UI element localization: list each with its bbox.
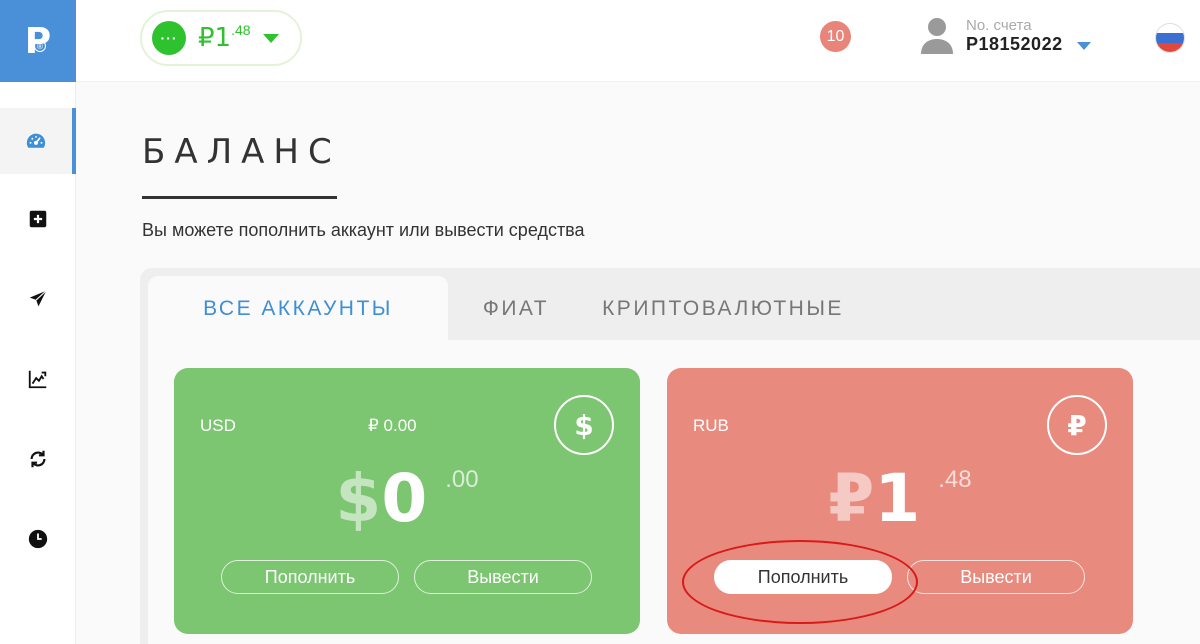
card-balance-decimals: .00	[445, 466, 479, 493]
tab-fiat[interactable]: ФИАТ	[468, 276, 564, 342]
balance-dropdown[interactable]: ··· ₽1 .48	[140, 10, 302, 66]
card-balance-decimals: .48	[938, 466, 972, 493]
header-balance-amount: ₽1	[198, 23, 231, 53]
card-balance: $0 .00	[174, 460, 640, 537]
more-dots-icon: ···	[152, 21, 186, 55]
header-balance-cents: .48	[231, 22, 251, 38]
card-currency: USD	[200, 416, 236, 435]
sidebar-item-statistics[interactable]	[0, 346, 76, 412]
sidebar-item-history[interactable]	[0, 506, 76, 572]
deposit-button-usd[interactable]: Пополнить	[221, 560, 399, 594]
dashboard-icon	[26, 133, 46, 148]
sidebar-item-send[interactable]	[0, 266, 76, 332]
chevron-down-icon	[262, 33, 279, 43]
chevron-down-icon	[1076, 42, 1091, 50]
tab-crypto[interactable]: КРИПТОВАЛЮТНЫЕ	[596, 276, 850, 342]
card-balance-integer: 1	[874, 460, 921, 537]
card-balance-integer: 0	[381, 460, 428, 537]
sidebar: P ®	[0, 0, 76, 644]
history-icon	[28, 529, 48, 549]
card-balance-symbol: $	[335, 460, 382, 537]
sidebar-item-exchange[interactable]	[0, 426, 76, 492]
account-card-usd: USD ₽ 0.00 $ $0 .00 Пополнить Вывести	[174, 368, 640, 634]
balance-integer: 1	[214, 23, 232, 53]
plus-square-icon	[29, 210, 47, 228]
card-currency: RUB	[693, 416, 729, 435]
account-dropdown[interactable]: No. счета P18152022	[920, 16, 1091, 56]
card-balance: ₽1 .48	[667, 460, 1133, 537]
card-converted-value: ₽ 0.00	[368, 416, 417, 435]
user-avatar-icon	[921, 18, 953, 54]
withdraw-button-usd[interactable]: Вывести	[414, 560, 592, 594]
ruble-icon: ₽	[1047, 395, 1107, 455]
sidebar-item-deposit[interactable]	[0, 186, 76, 252]
card-balance-symbol: ₽	[828, 460, 875, 537]
send-icon	[29, 290, 47, 307]
exchange-icon	[30, 450, 46, 468]
account-card-rub: RUB ₽ ₽1 .48 Пополнить Вывести	[667, 368, 1133, 634]
page-subtitle: Вы можете пополнить аккаунт или вывести …	[142, 220, 585, 240]
page-title: БАЛАНС	[142, 132, 341, 172]
top-header: ··· ₽1 .48 10 No. счета P18152022	[76, 0, 1200, 82]
chart-icon	[28, 370, 47, 389]
balance-symbol: ₽	[198, 23, 215, 53]
language-flag-icon[interactable]	[1156, 24, 1184, 52]
logo[interactable]: P ®	[0, 0, 76, 82]
withdraw-button-rub[interactable]: Вывести	[907, 560, 1085, 594]
tab-all-accounts[interactable]: ВСЕ АККАУНТЫ	[148, 276, 448, 342]
title-underline	[142, 196, 337, 199]
deposit-button-rub[interactable]: Пополнить	[714, 560, 892, 594]
registered-mark: ®	[34, 40, 46, 52]
dollar-icon: $	[554, 395, 614, 455]
notifications-badge[interactable]: 10	[820, 21, 851, 52]
account-label: No. счета	[966, 17, 1032, 34]
account-number: P18152022	[966, 34, 1063, 54]
sidebar-item-dashboard[interactable]	[0, 108, 76, 174]
